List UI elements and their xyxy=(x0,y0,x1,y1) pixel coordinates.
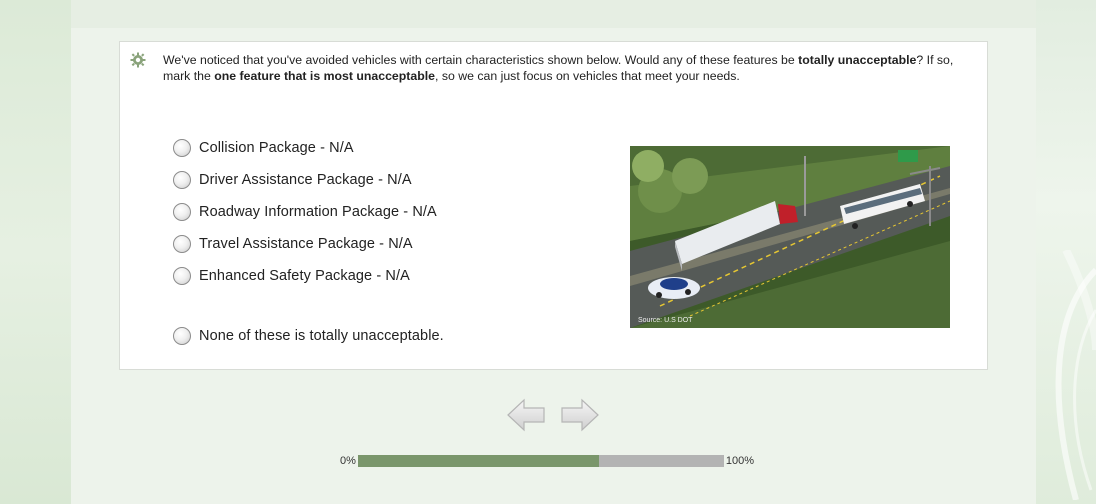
progress-indicator: 0% 100% xyxy=(340,455,754,467)
option-label: Driver Assistance Package - N/A xyxy=(199,172,412,188)
option-driver-assistance-package[interactable]: Driver Assistance Package - N/A xyxy=(173,164,437,196)
question-text: We've noticed that you've avoided vehicl… xyxy=(163,52,978,84)
option-label: None of these is totally unacceptable. xyxy=(199,328,444,344)
option-label: Travel Assistance Package - N/A xyxy=(199,236,413,252)
radio-button[interactable] xyxy=(173,171,191,189)
options-list: Collision Package - N/A Driver Assistanc… xyxy=(173,132,444,345)
highway-scene xyxy=(630,146,950,328)
question-part: , so we can just focus on vehicles that … xyxy=(434,69,740,83)
option-roadway-information-package[interactable]: Roadway Information Package - N/A xyxy=(173,196,437,228)
option-travel-assistance-package[interactable]: Travel Assistance Package - N/A xyxy=(173,228,437,260)
option-collision-package[interactable]: Collision Package - N/A xyxy=(173,132,437,164)
radio-button[interactable] xyxy=(173,235,191,253)
right-margin xyxy=(1036,0,1096,504)
gear-icon xyxy=(130,52,146,68)
next-arrow-icon[interactable] xyxy=(560,397,600,433)
leaf-decoration xyxy=(1055,250,1096,500)
top-band xyxy=(71,0,1036,28)
highway-illustration: Source: U.S DOT xyxy=(630,146,950,328)
option-label: Collision Package - N/A xyxy=(199,140,354,156)
image-source-credit: Source: U.S DOT xyxy=(638,317,693,324)
question-card: We've noticed that you've avoided vehicl… xyxy=(119,41,988,370)
radio-button[interactable] xyxy=(173,267,191,285)
question-emphasis: one feature that is most unacceptable xyxy=(214,69,435,83)
progress-end-label: 100% xyxy=(725,455,755,467)
back-arrow-icon[interactable] xyxy=(506,397,546,433)
option-label: Enhanced Safety Package - N/A xyxy=(199,268,410,284)
radio-button[interactable] xyxy=(173,139,191,157)
option-label: Roadway Information Package - N/A xyxy=(199,204,437,220)
radio-button[interactable] xyxy=(173,203,191,221)
navigation-buttons xyxy=(506,397,600,433)
option-none-unacceptable[interactable]: None of these is totally unacceptable. xyxy=(173,320,493,352)
left-margin xyxy=(0,0,71,504)
radio-button[interactable] xyxy=(173,327,191,345)
option-enhanced-safety-package[interactable]: Enhanced Safety Package - N/A xyxy=(173,260,437,292)
question-emphasis: totally unacceptable xyxy=(798,53,917,67)
question-part: We've noticed that you've avoided vehicl… xyxy=(163,53,799,67)
progress-bar-fill xyxy=(357,455,600,467)
progress-start-label: 0% xyxy=(340,455,356,467)
progress-bar xyxy=(357,455,724,467)
